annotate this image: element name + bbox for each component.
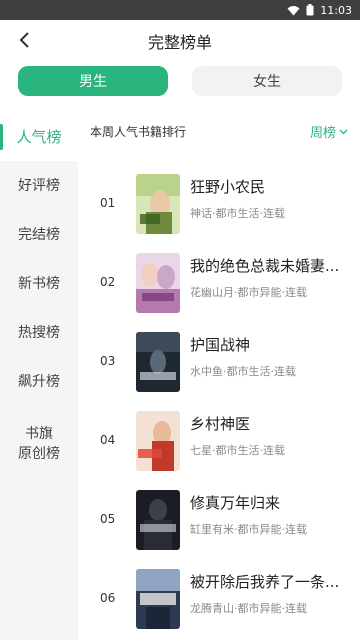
book-title: 被开除后我养了一条... xyxy=(190,573,340,591)
header: 完整榜单 xyxy=(0,20,360,62)
book-row[interactable]: 02 我的绝色总裁未婚妻... 花幽山月·都市异能·连载 xyxy=(78,253,360,332)
book-cover[interactable] xyxy=(136,253,180,313)
book-meta: 七星·都市生活·连载 xyxy=(190,444,285,457)
book-meta: 花幽山月·都市异能·连载 xyxy=(190,286,307,299)
book-rank: 01 xyxy=(100,196,116,210)
sidebar-item-original[interactable]: 书旗 原创榜 xyxy=(0,406,78,476)
status-bar: 11:03 xyxy=(0,0,360,20)
book-row[interactable]: 01 狂野小农民 神话·都市生活·连载 xyxy=(78,174,360,253)
sidebar-item-popular[interactable]: 人气榜 xyxy=(0,112,78,161)
book-rank: 04 xyxy=(100,433,116,447)
tab-male[interactable]: 男生 xyxy=(18,66,168,96)
book-cover[interactable] xyxy=(136,411,180,471)
gender-tabs: 男生 女生 xyxy=(0,62,360,110)
book-title: 我的绝色总裁未婚妻... xyxy=(190,257,340,275)
book-rank: 03 xyxy=(100,354,116,368)
sidebar-item-new[interactable]: 新书榜 xyxy=(0,259,78,308)
book-row[interactable]: 03 护国战神 水中鱼·都市生活·连载 xyxy=(78,332,360,411)
chevron-left-icon[interactable] xyxy=(12,28,36,52)
book-title: 修真万年归来 xyxy=(190,494,281,512)
book-rank: 05 xyxy=(100,512,116,526)
tab-female[interactable]: 女生 xyxy=(192,66,342,96)
wifi-icon xyxy=(287,5,300,16)
book-row[interactable]: 04 乡村神医 七星·都市生活·连载 xyxy=(78,411,360,490)
ranking-label: 本周人气书籍排行 xyxy=(90,124,187,139)
sidebar-item-rising[interactable]: 飙升榜 xyxy=(0,357,78,406)
sidebar-item-completed[interactable]: 完结榜 xyxy=(0,210,78,259)
page-title: 完整榜单 xyxy=(147,33,212,52)
book-rank: 06 xyxy=(100,591,116,605)
book-cover[interactable] xyxy=(136,490,180,550)
book-meta: 神话·都市生活·连载 xyxy=(190,207,285,220)
book-title: 狂野小农民 xyxy=(190,178,266,196)
book-row[interactable]: 06 被开除后我养了一条... 龙腾青山·都市异能·连载 xyxy=(78,569,360,640)
status-time: 11:03 xyxy=(320,3,352,17)
battery-icon xyxy=(306,4,314,16)
book-row[interactable]: 05 修真万年归来 缸里有米·都市异能·连载 xyxy=(78,490,360,569)
book-title: 护国战神 xyxy=(190,336,251,354)
book-rank: 02 xyxy=(100,275,116,289)
chevron-down-icon xyxy=(339,124,348,139)
book-title: 乡村神医 xyxy=(190,415,251,433)
period-selector[interactable]: 周榜 xyxy=(310,122,348,141)
book-cover[interactable] xyxy=(136,174,180,234)
sidebar-item-rating[interactable]: 好评榜 xyxy=(0,161,78,210)
ranking-sidebar: 人气榜 好评榜 完结榜 新书榜 热搜榜 飙升榜 书旗 原创榜 xyxy=(0,112,78,640)
book-meta: 水中鱼·都市生活·连载 xyxy=(190,365,296,378)
book-cover[interactable] xyxy=(136,332,180,392)
book-meta: 龙腾青山·都市异能·连载 xyxy=(190,602,307,615)
book-list: 01 狂野小农民 神话·都市生活·连载 02 我的绝色总裁未婚妻... 花幽山月… xyxy=(78,150,360,640)
book-cover[interactable] xyxy=(136,569,180,629)
ranking-main: 本周人气书籍排行 周榜 01 狂野小农民 神话·都市生活·连载 02 我的绝色总… xyxy=(78,112,360,640)
sidebar-item-hot-search[interactable]: 热搜榜 xyxy=(0,308,78,357)
book-meta: 缸里有米·都市异能·连载 xyxy=(190,523,307,536)
period-label: 周榜 xyxy=(309,125,336,141)
